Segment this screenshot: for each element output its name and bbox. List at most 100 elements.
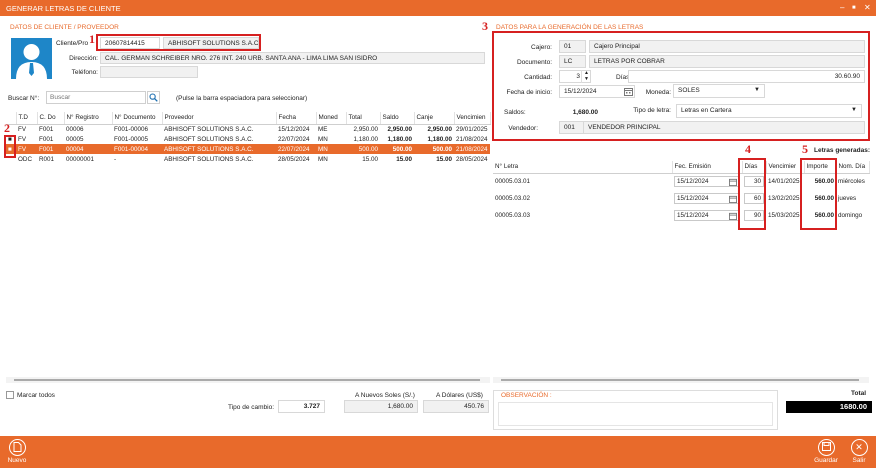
cell-proveedor: ABHISOFT SOLUTIONS S.A.C. (162, 144, 276, 154)
cell-documento: F001-00004 (112, 144, 162, 154)
direccion-field: CAL. GERMAN SCHREIBER NRO. 276 INT. 240 … (100, 52, 485, 64)
soles-label: A Nuevos Soles (S/.) (355, 392, 415, 399)
cell-vencimiento: 14/01/2025 (768, 178, 800, 186)
cell-cdo: R001 (39, 155, 55, 163)
cell-vencimiento: 15/03/2025 (768, 212, 800, 219)
calendar-icon[interactable] (729, 178, 737, 188)
cell-registro: 00005 (66, 135, 84, 143)
cell-fecha: 22/07/2024 (276, 144, 316, 154)
col-vencimiento[interactable]: Vencimier (766, 161, 805, 174)
cell-canje: 2,950.00 (427, 125, 452, 133)
col-proveedor[interactable]: Proveedor (162, 112, 277, 125)
search-icon (149, 93, 158, 102)
cell-saldo: 2,950.00 (387, 125, 412, 133)
col-saldo[interactable]: Saldo (380, 112, 415, 125)
cell-documento: F001-00005 (114, 135, 148, 143)
col-fec-emision[interactable]: Fec. Emisión (672, 161, 743, 174)
window-title: GENERAR LETRAS DE CLIENTE (6, 4, 121, 13)
col-num-letra[interactable]: N° Letra (493, 161, 673, 174)
cell-moneda: ME (318, 125, 328, 133)
salir-button[interactable]: ✕ Salir (844, 439, 874, 464)
col-td[interactable]: T.D (16, 112, 38, 125)
cell-proveedor: ABHISOFT SOLUTIONS S.A.C. (164, 125, 254, 133)
cell-cdo: F001 (39, 135, 54, 143)
calendar-icon[interactable] (729, 212, 737, 222)
tipo-cambio-field[interactable]: 3.727 (278, 400, 325, 413)
cell-moneda: MN (318, 135, 328, 143)
cell-vencimiento: 21/08/2024 (456, 135, 488, 143)
col-nom-dia[interactable]: Nom. Día (836, 161, 870, 174)
documents-table: T.D C. Do N° Registro N° Documento Prove… (6, 112, 491, 164)
annotation-number-2: 2 (4, 121, 10, 135)
total-label: Total (851, 390, 867, 397)
cell-num-letra: 00005.03.03 (495, 212, 531, 219)
cell-nom-dia: domingo (838, 212, 863, 219)
col-cdo[interactable]: C. Do (37, 112, 65, 125)
cell-total: 500.00 (346, 144, 380, 154)
cell-canje: 15.00 (436, 155, 452, 163)
table-row-selected[interactable]: ■ FV F001 00004 F001-00004 ABHISOFT SOLU… (6, 144, 490, 154)
cell-proveedor: ABHISOFT SOLUTIONS S.A.C. (164, 135, 254, 143)
cell-documento: - (114, 155, 117, 163)
col-registro[interactable]: N° Registro (64, 112, 113, 125)
scrollbar-thumb[interactable] (501, 379, 859, 381)
cell-total: 15.00 (362, 155, 378, 163)
documents-scrollbar[interactable] (6, 377, 490, 383)
calendar-icon[interactable] (729, 195, 737, 205)
col-moneda[interactable]: Moned (316, 112, 347, 125)
save-icon (817, 439, 835, 456)
tipo-cambio-label: Tipo de cambio: (228, 404, 275, 411)
search-button[interactable] (147, 91, 160, 104)
observacion-label: OBSERVACIÓN : (499, 392, 554, 399)
col-vencimiento[interactable]: Vencimien (454, 112, 491, 125)
table-row[interactable]: ODC R001 00000001 - ABHISOFT SOLUTIONS S… (6, 154, 490, 164)
cell-moneda: MN (316, 144, 346, 154)
marcar-todos-checkbox[interactable] (6, 391, 14, 399)
observacion-input[interactable] (498, 402, 773, 426)
col-canje[interactable]: Canje (414, 112, 455, 125)
observacion-box[interactable]: OBSERVACIÓN : (493, 390, 778, 430)
search-input[interactable] (46, 91, 146, 104)
cell-vencimiento: 29/01/2025 (456, 125, 488, 133)
cell-registro: 00000001 (66, 155, 95, 163)
col-fecha[interactable]: Fecha (276, 112, 317, 125)
cell-vencimiento: 13/02/2025 (768, 195, 800, 202)
letras-scrollbar[interactable] (493, 377, 869, 383)
cell-canje: 1,180.00 (427, 135, 452, 143)
nuevo-button[interactable]: Nuevo (2, 439, 32, 464)
soles-total-field: 1,680.00 (344, 400, 418, 413)
new-document-icon (8, 439, 26, 456)
maximize-icon[interactable]: ■ (852, 5, 856, 11)
dolares-label: A Dólares (US$) (436, 392, 483, 399)
cell-cdo: F001 (39, 125, 54, 133)
col-documento[interactable]: N° Documento (112, 112, 163, 125)
close-icon[interactable]: ✕ (864, 3, 871, 12)
close-icon: ✕ (850, 439, 868, 456)
table-row[interactable]: ■ FV F001 00005 F001-00005 ABHISOFT SOLU… (6, 134, 490, 144)
search-hint: (Pulse la barra espaciadora para selecci… (176, 95, 308, 102)
cell-proveedor: ABHISOFT SOLUTIONS S.A.C. (164, 155, 254, 163)
cell-total: 1,180.00 (353, 135, 378, 143)
cell-total: 2,950.00 (353, 125, 378, 133)
guardar-label: Guardar (814, 457, 838, 464)
cell-td: FV (16, 144, 37, 154)
telefono-field[interactable] (100, 66, 198, 78)
total-value: 1680.00 (786, 401, 872, 413)
annotation-number-5: 5 (802, 142, 808, 156)
guardar-button[interactable]: Guardar (811, 439, 841, 464)
cell-fecha: 15/12/2024 (278, 125, 310, 133)
cell-saldo: 15.00 (396, 155, 412, 163)
cell-saldo: 1,180.00 (387, 135, 412, 143)
annotation-number-1: 1 (89, 32, 95, 46)
footer-bar: Nuevo Guardar ✕ Salir (0, 436, 876, 468)
cell-nom-dia: miércoles (838, 178, 865, 186)
cell-documento: F001-00006 (114, 125, 148, 133)
cell-td: ODC (18, 155, 32, 163)
scrollbar-thumb[interactable] (14, 379, 480, 381)
direccion-label: Dirección: (69, 55, 98, 62)
marcar-todos-label: Marcar todos (17, 392, 55, 399)
col-total[interactable]: Total (346, 112, 381, 125)
cell-vencimiento: 28/05/2024 (456, 155, 488, 163)
minimize-icon[interactable]: – (840, 3, 844, 12)
table-row[interactable]: FV F001 00006 F001-00006 ABHISOFT SOLUTI… (6, 124, 490, 134)
